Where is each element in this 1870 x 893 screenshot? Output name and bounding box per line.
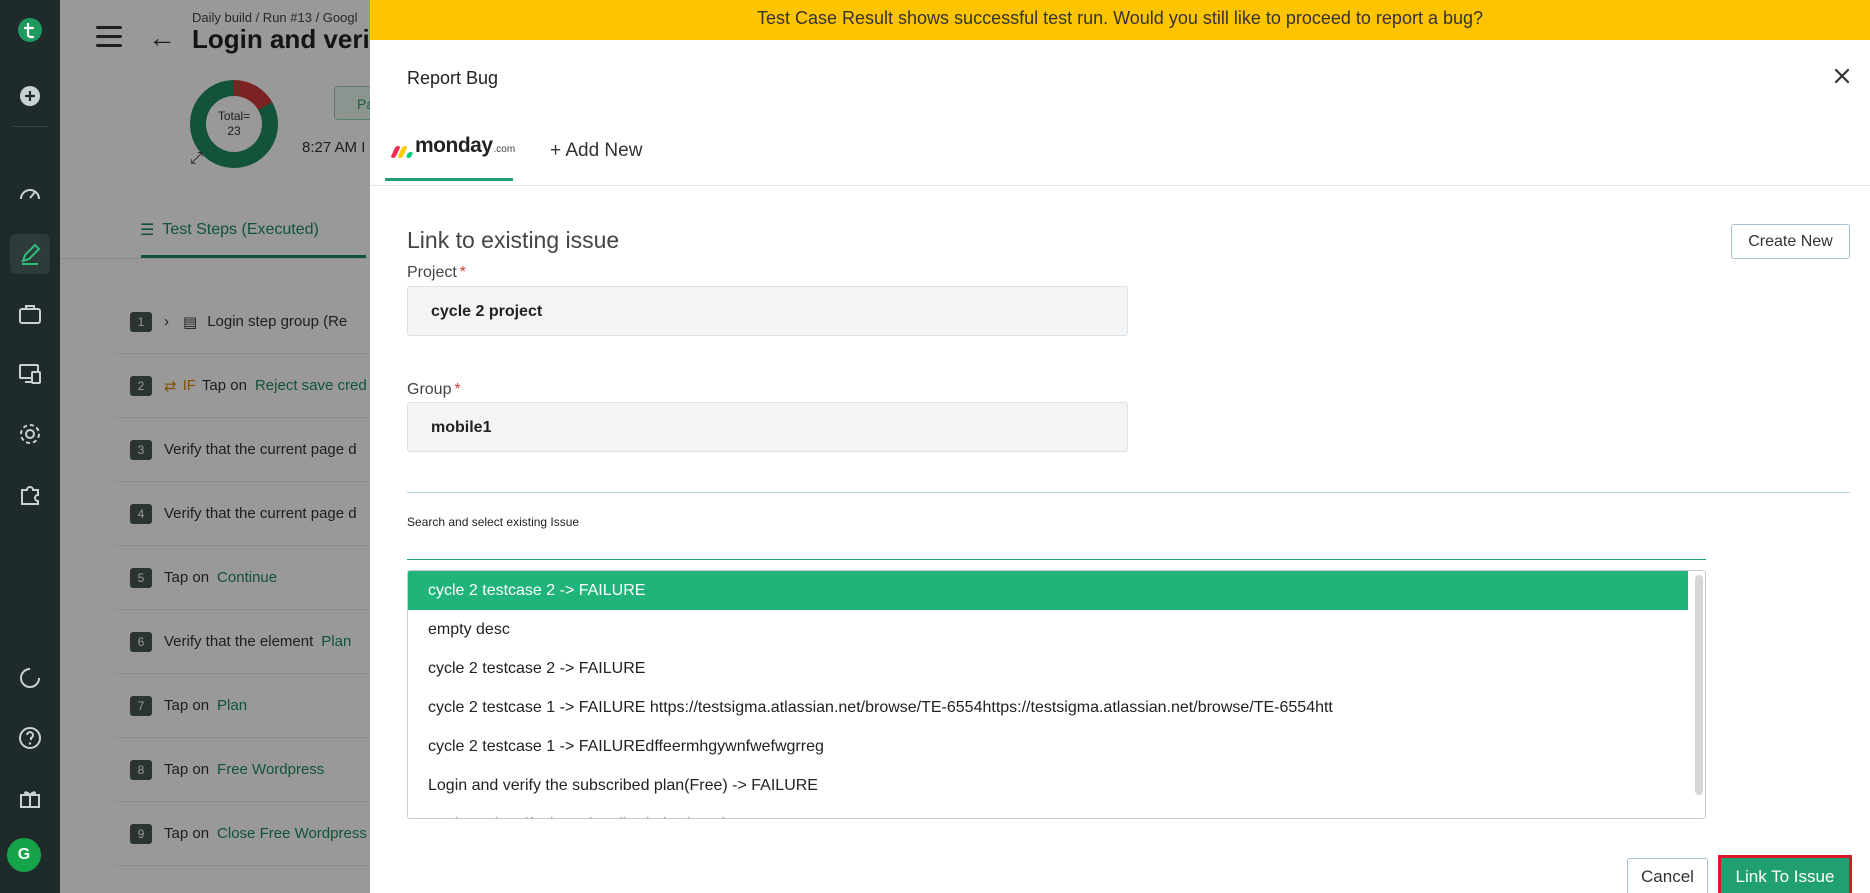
issue-list[interactable]: cycle 2 testcase 2 -> FAILURE empty desc…: [407, 570, 1706, 819]
project-label-text: Project: [407, 264, 457, 281]
issue-search-input[interactable]: [407, 530, 1706, 560]
left-rail: G: [0, 0, 60, 893]
add-new-provider-button[interactable]: + Add New: [550, 140, 642, 162]
monday-logo-icon: [390, 146, 414, 158]
modal-title: Report Bug: [407, 68, 499, 88]
required-marker: *: [459, 264, 467, 281]
create-new-button[interactable]: Create New: [1731, 224, 1850, 259]
cancel-button[interactable]: Cancel: [1627, 858, 1708, 893]
briefcase-icon[interactable]: [10, 294, 50, 334]
issue-option[interactable]: cycle 2 testcase 2 -> FAILURE: [408, 649, 1688, 688]
close-icon[interactable]: [1830, 64, 1854, 88]
add-icon[interactable]: [10, 76, 50, 116]
provider-name: monday: [415, 134, 493, 157]
settings-icon[interactable]: [10, 414, 50, 454]
issue-option[interactable]: Login and verify the subscribed plan(Fre…: [408, 766, 1688, 805]
issue-option[interactable]: Login and verify the subscribed plan(Fre…: [408, 805, 1688, 818]
issue-option[interactable]: cycle 2 testcase 1 -> FAILUREdffeermhgyw…: [408, 727, 1688, 766]
help-icon[interactable]: [10, 718, 50, 758]
addons-icon[interactable]: [10, 474, 50, 514]
list-scrollbar[interactable]: [1695, 575, 1703, 795]
report-bug-modal: Test Case Result shows successful test r…: [370, 0, 1870, 893]
testsigma-logo-icon[interactable]: [10, 10, 50, 50]
search-label: Search and select existing Issue: [407, 515, 580, 529]
tab-monday-provider[interactable]: monday .com: [385, 128, 516, 180]
gift-icon[interactable]: [10, 778, 50, 818]
project-label: Project *: [407, 264, 466, 282]
modal-backdrop[interactable]: [60, 0, 370, 893]
section-divider: [407, 492, 1850, 493]
provider-suffix: .com: [493, 144, 516, 155]
group-select[interactable]: mobile1: [407, 402, 1128, 452]
group-label-text: Group: [407, 381, 452, 398]
issue-option-selected[interactable]: cycle 2 testcase 2 -> FAILURE: [408, 571, 1688, 610]
provider-tab-underline: [385, 178, 513, 181]
dashboard-icon[interactable]: [10, 174, 50, 214]
provider-tabs-divider: [370, 185, 1870, 186]
loader-icon[interactable]: [10, 658, 50, 698]
rail-divider: [12, 126, 48, 127]
section-title: Link to existing issue: [407, 227, 620, 253]
project-select[interactable]: cycle 2 project: [407, 286, 1128, 336]
group-label: Group *: [407, 381, 461, 399]
link-to-issue-button[interactable]: Link To Issue: [1718, 855, 1852, 893]
user-avatar[interactable]: G: [7, 838, 41, 872]
devices-icon[interactable]: [10, 354, 50, 394]
warning-banner: Test Case Result shows successful test r…: [370, 0, 1870, 40]
required-marker: *: [454, 381, 461, 398]
edit-icon[interactable]: [10, 234, 50, 274]
issue-option[interactable]: empty desc: [408, 610, 1688, 649]
issue-option[interactable]: cycle 2 testcase 1 -> FAILURE https://te…: [408, 688, 1688, 727]
